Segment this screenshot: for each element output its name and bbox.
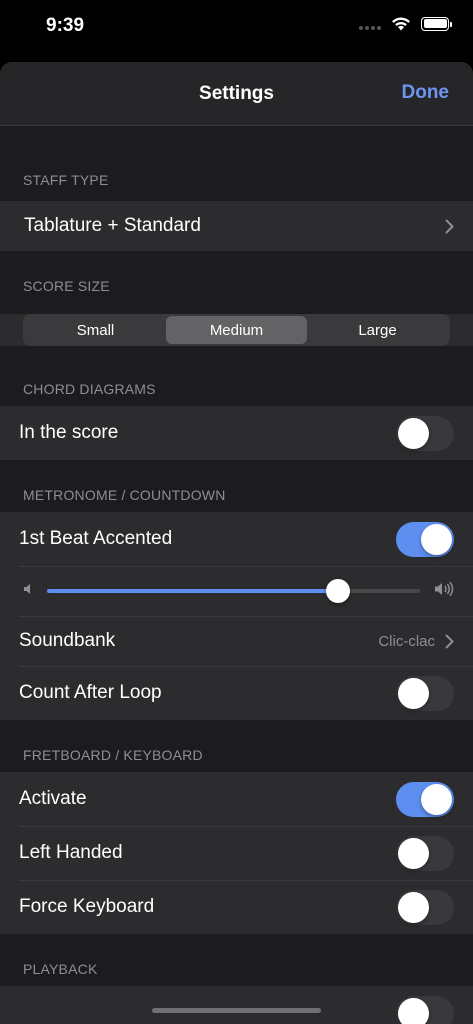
section-header-staff-type: STAFF TYPE [23,172,109,188]
force-keyboard-toggle[interactable] [396,889,454,925]
section-header-fretboard: FRETBOARD / KEYBOARD [23,747,203,763]
fretboard-group: Activate Left Handed Force Keyboard [0,772,473,934]
section-header-score-size: SCORE SIZE [23,278,110,294]
first-beat-label: 1st Beat Accented [19,528,173,549]
section-header-chord-diagrams: CHORD DIAGRAMS [23,381,156,397]
playback-row [0,986,473,1024]
soundbank-label: Soundbank [19,630,116,651]
score-size-segmented-control[interactable]: Small Medium Large [23,314,450,346]
segment-medium[interactable]: Medium [166,316,307,344]
left-handed-label: Left Handed [19,842,123,863]
activate-row: Activate [0,772,473,826]
count-after-loop-label: Count After Loop [19,682,162,703]
wifi-icon [391,16,411,31]
left-handed-toggle[interactable] [396,835,454,871]
status-icons [359,16,452,31]
status-time: 9:39 [46,15,85,36]
volume-high-icon [434,581,454,602]
section-header-playback: PLAYBACK [23,961,98,977]
volume-slider-fill [47,589,338,593]
chevron-right-icon [445,219,454,234]
score-size-group: Small Medium Large [0,314,473,346]
first-beat-toggle[interactable] [396,521,454,557]
in-the-score-toggle[interactable] [396,415,454,451]
activate-label: Activate [19,788,87,809]
settings-sheet: Settings Done STAFF TYPE Tablature + Sta… [0,62,473,1024]
count-after-loop-toggle[interactable] [396,675,454,711]
chord-diagrams-group: In the score [0,406,473,460]
soundbank-row[interactable]: Soundbank Clic-clac [0,616,473,666]
volume-low-icon [23,582,33,600]
segment-small[interactable]: Small [25,316,166,344]
chevron-right-icon [445,634,454,649]
force-keyboard-label: Force Keyboard [19,896,155,917]
first-beat-row: 1st Beat Accented [0,512,473,566]
battery-icon [421,16,452,31]
staff-type-group: Tablature + Standard [0,201,473,251]
home-indicator[interactable] [152,1008,321,1013]
staff-type-value: Tablature + Standard [24,215,201,236]
volume-slider-thumb[interactable] [325,579,350,603]
playback-group [0,986,473,1024]
staff-type-row[interactable]: Tablature + Standard [0,201,473,251]
volume-slider-row [0,566,473,616]
section-header-metronome: METRONOME / COUNTDOWN [23,487,226,503]
force-keyboard-row: Force Keyboard [0,880,473,934]
cellular-signal-icon [359,25,381,30]
navigation-bar: Settings Done [0,62,473,126]
in-the-score-label: In the score [19,422,119,443]
done-button[interactable]: Done [402,82,450,104]
status-bar: 9:39 [0,0,473,60]
metronome-group: 1st Beat Accented Soundbank Clic-clac Co… [0,512,473,720]
playback-toggle[interactable] [396,995,454,1024]
count-after-loop-row: Count After Loop [0,666,473,720]
soundbank-value: Clic-clac [378,632,435,650]
segment-large[interactable]: Large [307,316,448,344]
in-the-score-row: In the score [0,406,473,460]
left-handed-row: Left Handed [0,826,473,880]
activate-toggle[interactable] [396,781,454,817]
volume-slider[interactable] [47,579,420,603]
